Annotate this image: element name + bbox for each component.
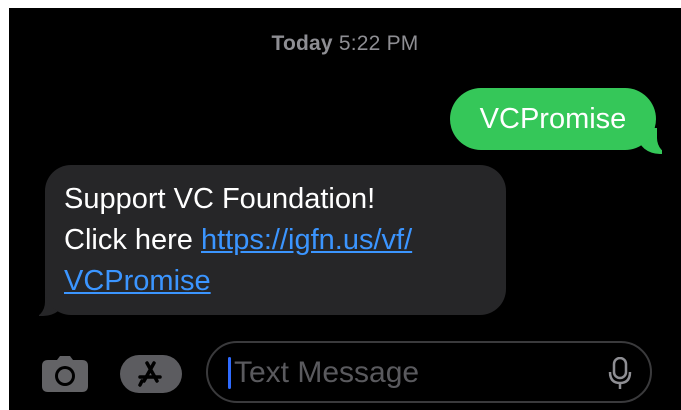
outgoing-message-text: VCPromise (479, 103, 627, 135)
camera-button[interactable] (42, 356, 88, 392)
text-cursor (228, 357, 231, 389)
microphone-icon[interactable] (608, 357, 632, 391)
timestamp: Today 5:22 PM (9, 32, 681, 56)
app-store-icon (138, 361, 162, 387)
messages-screen: Today 5:22 PM VCPromise Support VC Found… (9, 8, 681, 410)
camera-icon (42, 356, 88, 392)
timestamp-day: Today (271, 32, 333, 55)
message-link-continued[interactable]: VCPromise (64, 265, 211, 297)
message-input[interactable]: Text Message (206, 341, 652, 403)
timestamp-time: 5:22 PM (338, 32, 419, 55)
incoming-message-line1: Support VC Foundation! (64, 183, 376, 215)
outgoing-message-bubble[interactable]: VCPromise (450, 88, 656, 150)
message-link[interactable]: https://igfn.us/vf/ (201, 224, 412, 256)
incoming-message-line2: Click here https://igfn.us/vf/ (64, 220, 486, 261)
app-store-button[interactable] (120, 355, 182, 393)
message-input-placeholder: Text Message (234, 356, 420, 389)
incoming-message-prefix: Click here (64, 224, 201, 256)
incoming-message-bubble[interactable]: Support VC Foundation! Click here https:… (45, 165, 506, 315)
